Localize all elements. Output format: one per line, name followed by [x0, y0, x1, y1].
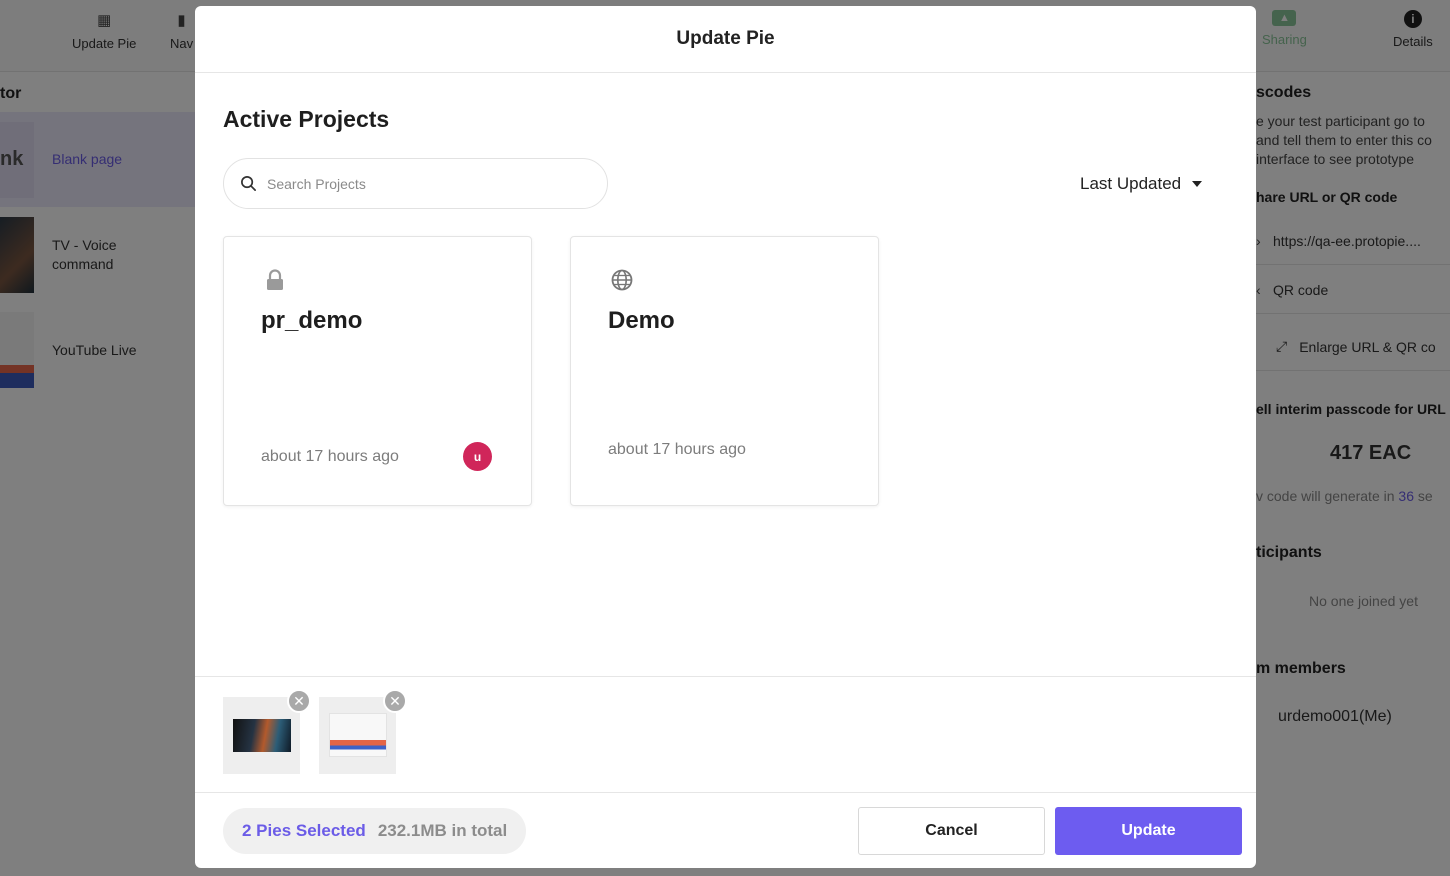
selected-pie-thumbnail: ✕: [319, 689, 407, 774]
search-box[interactable]: [223, 158, 608, 209]
cancel-button[interactable]: Cancel: [858, 807, 1045, 855]
selected-pies-bar: ✕ ✕: [195, 676, 1256, 793]
project-updated-time: about 17 hours ago: [261, 448, 399, 465]
search-icon: [241, 176, 256, 191]
modal-title: Update Pie: [676, 28, 775, 49]
caret-down-icon: [1192, 181, 1203, 187]
avatar: u: [463, 442, 492, 471]
update-pie-modal: Update Pie Active Projects Last Updated …: [195, 6, 1256, 868]
sort-dropdown[interactable]: Last Updated: [1080, 174, 1203, 194]
modal-header: Update Pie: [195, 6, 1256, 73]
remove-pie-button[interactable]: ✕: [383, 689, 407, 713]
update-button[interactable]: Update: [1055, 807, 1242, 855]
project-updated-time: about 17 hours ago: [608, 441, 746, 458]
close-icon: ✕: [389, 693, 401, 709]
section-title: Active Projects: [223, 106, 390, 132]
project-name: Demo: [608, 307, 675, 334]
lock-icon: [267, 269, 283, 290]
total-size: 232.1MB in total: [377, 821, 508, 840]
project-card-pr-demo[interactable]: pr_demo about 17 hours ago u: [223, 236, 532, 506]
pie-preview-image: [329, 713, 387, 757]
sort-label: Last Updated: [1080, 174, 1182, 193]
project-name: pr_demo: [261, 307, 363, 334]
remove-pie-button[interactable]: ✕: [287, 689, 311, 713]
selection-summary: 2 Pies Selected 232.1MB in total: [223, 808, 527, 854]
pie-preview-image: [233, 719, 291, 752]
globe-icon: [611, 269, 633, 291]
modal-footer: 2 Pies Selected 232.1MB in total Cancel …: [195, 794, 1256, 868]
selected-count: 2 Pies Selected: [242, 821, 366, 840]
project-card-demo[interactable]: Demo about 17 hours ago: [570, 236, 879, 506]
selected-pie-thumbnail: ✕: [223, 689, 311, 774]
search-input[interactable]: [267, 175, 587, 192]
close-icon: ✕: [293, 693, 305, 709]
